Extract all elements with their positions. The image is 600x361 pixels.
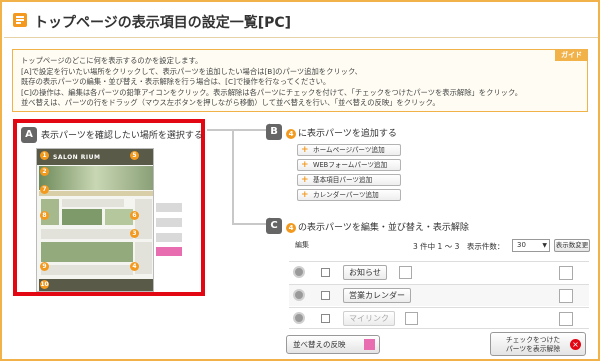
section-b-label-wrap: 4 に表示パーツを追加する: [286, 126, 397, 139]
row-checkbox[interactable]: [321, 314, 330, 323]
thumbnail-hero: [39, 166, 153, 190]
settings-panel: トップページの表示項目の設定一覧[PC] ガイド トップページのどこに何を表示す…: [0, 0, 600, 361]
page-header: トップページの表示項目の設定一覧[PC]: [4, 4, 598, 38]
step-a-badge: A: [21, 127, 37, 143]
guide-line: 並べ替えは、パーツの行をドラッグ（マウス左ボタンを押しながら移動）して並べ替えを…: [21, 98, 440, 108]
hide-checked-parts-button[interactable]: チェックをつけた パーツを表示解除 ×: [490, 332, 586, 356]
thumbnail-footer: [39, 279, 153, 291]
area-marker-6[interactable]: 6: [130, 211, 139, 220]
add-calendar-part-button[interactable]: + カレンダーパーツ追加: [297, 189, 401, 201]
area-marker-7[interactable]: 7: [40, 185, 49, 194]
thumbnail-block: [105, 209, 133, 225]
close-icon: ×: [570, 339, 581, 350]
gear-icon[interactable]: [293, 312, 305, 324]
plus-icon: +: [301, 175, 309, 185]
hide-button-line2: パーツを表示解除: [505, 345, 561, 353]
section-c-header: C 4 の表示パーツを編集・並び替え・表示解除: [266, 218, 586, 234]
area-tag: [156, 218, 182, 227]
selected-area-number: 4: [286, 222, 296, 233]
thumbnail-block: [62, 209, 102, 225]
chevron-down-icon: ▼: [542, 242, 547, 249]
part-name-button[interactable]: 営業カレンダー: [343, 288, 411, 303]
area-marker-1[interactable]: 1: [40, 151, 49, 160]
apply-reorder-label: 並べ替えの反映: [293, 340, 346, 349]
add-basic-part-button[interactable]: + 基本項目パーツ追加: [297, 174, 401, 186]
add-webform-part-label: WEBフォームパーツ追加: [313, 161, 388, 169]
section-a-label: 表示パーツを確認したい場所を選択する: [41, 131, 203, 141]
result-count: 3 件中 1 ～ 3 表示件数：: [413, 242, 505, 251]
sitemap-icon: [405, 312, 418, 325]
guide-line: [A]で設定を行いたい場所をクリックして、表示パーツを追加したい場合は[B]のパ…: [21, 66, 362, 76]
change-per-page-button[interactable]: 表示数変更: [554, 239, 590, 252]
per-page-select[interactable]: 30 ▼: [512, 239, 550, 252]
section-b-label: に表示パーツを追加する: [298, 129, 397, 139]
add-homepage-part-button[interactable]: + ホームページパーツ追加: [297, 144, 401, 156]
area-tag-selected: [156, 247, 182, 256]
area-marker-3[interactable]: 3: [130, 229, 139, 238]
page-title: トップページの表示項目の設定一覧[PC]: [34, 15, 292, 31]
add-basic-part-label: 基本項目パーツ追加: [313, 176, 373, 184]
plus-icon: +: [301, 190, 309, 200]
thumbnail-block: [62, 199, 124, 207]
plus-icon: +: [301, 160, 309, 170]
gear-icon[interactable]: [293, 289, 305, 301]
thumbnail-block: [41, 265, 133, 275]
edit-list-icon: [13, 13, 27, 27]
edit-column-header: 編集: [295, 241, 309, 249]
guide-line: 既存の表示パーツの編集・並び替え・表示解除を行う場合は、[C]で操作を行なってく…: [21, 77, 331, 87]
row-checkbox[interactable]: [321, 291, 330, 300]
add-homepage-part-label: ホームページパーツ追加: [313, 146, 385, 154]
guide-line: トップページのどこに何を表示するのかを設定します。: [21, 56, 203, 65]
area-marker-8[interactable]: 8: [40, 211, 49, 220]
guide-line: [C]の操作は、編集は各パーツの鉛筆アイコンをクリック。表示解除は各パーツにチェ…: [21, 87, 522, 97]
gear-icon[interactable]: [293, 266, 305, 278]
thumbnail-block: [41, 229, 133, 239]
pencil-edit-icon[interactable]: [559, 266, 573, 280]
area-marker-4[interactable]: 4: [130, 262, 139, 271]
step-b-badge: B: [266, 124, 282, 140]
selected-area-number: 4: [286, 128, 296, 139]
area-marker-5[interactable]: 5: [130, 151, 139, 160]
sitemap-icon: [399, 266, 412, 279]
thumbnail-nav: [39, 191, 153, 196]
plus-icon: +: [301, 145, 309, 155]
section-a-area-selector: A 表示パーツを確認したい場所を選択する SALON RIUM 1 5 2 7 …: [13, 119, 205, 296]
pencil-edit-icon[interactable]: [559, 289, 573, 303]
area-marker-9[interactable]: 9: [40, 262, 49, 271]
thumbnail-block: [41, 242, 133, 262]
part-name-button[interactable]: マイリンク: [343, 311, 395, 326]
guide-tab: ガイド: [555, 49, 588, 61]
step-c-badge: C: [266, 218, 282, 234]
table-row[interactable]: 営業カレンダー: [289, 284, 589, 306]
hide-button-line1: チェックをつけた: [505, 336, 561, 344]
pencil-edit-icon[interactable]: [559, 312, 573, 326]
guide-text: トップページのどこに何を表示するのかを設定します。 [A]で設定を行いたい場所を…: [21, 56, 547, 109]
row-checkbox[interactable]: [321, 268, 330, 277]
area-marker-2[interactable]: 2: [40, 167, 49, 176]
per-page-value: 30: [517, 241, 526, 249]
section-c-label-wrap: 4 の表示パーツを編集・並び替え・表示解除: [286, 220, 469, 233]
area-tag: [156, 233, 182, 242]
table-row[interactable]: マイリンク: [289, 307, 589, 329]
apply-reorder-button[interactable]: 並べ替えの反映: [286, 335, 380, 354]
action-bar: 並べ替えの反映 チェックをつけた パーツを表示解除 ×: [286, 332, 592, 359]
guide-box: ガイド トップページのどこに何を表示するのかを設定します。 [A]で設定を行いた…: [12, 49, 588, 112]
thumbnail-logo: SALON RIUM: [53, 154, 101, 161]
area-marker-10[interactable]: 10: [40, 280, 49, 289]
section-b-header: B 4 に表示パーツを追加する: [266, 124, 586, 140]
add-webform-part-button[interactable]: + WEBフォームパーツ追加: [297, 159, 401, 171]
add-calendar-part-label: カレンダーパーツ追加: [313, 191, 379, 199]
section-c-label: の表示パーツを編集・並び替え・表示解除: [298, 223, 469, 233]
page-layout-thumbnail[interactable]: SALON RIUM 1 5 2 7 8 6 3 9 4 10: [36, 148, 154, 292]
part-name-button[interactable]: お知らせ: [343, 265, 387, 280]
table-row[interactable]: お知らせ: [289, 261, 589, 283]
reorder-icon: [364, 339, 375, 350]
area-tag: [156, 203, 182, 212]
